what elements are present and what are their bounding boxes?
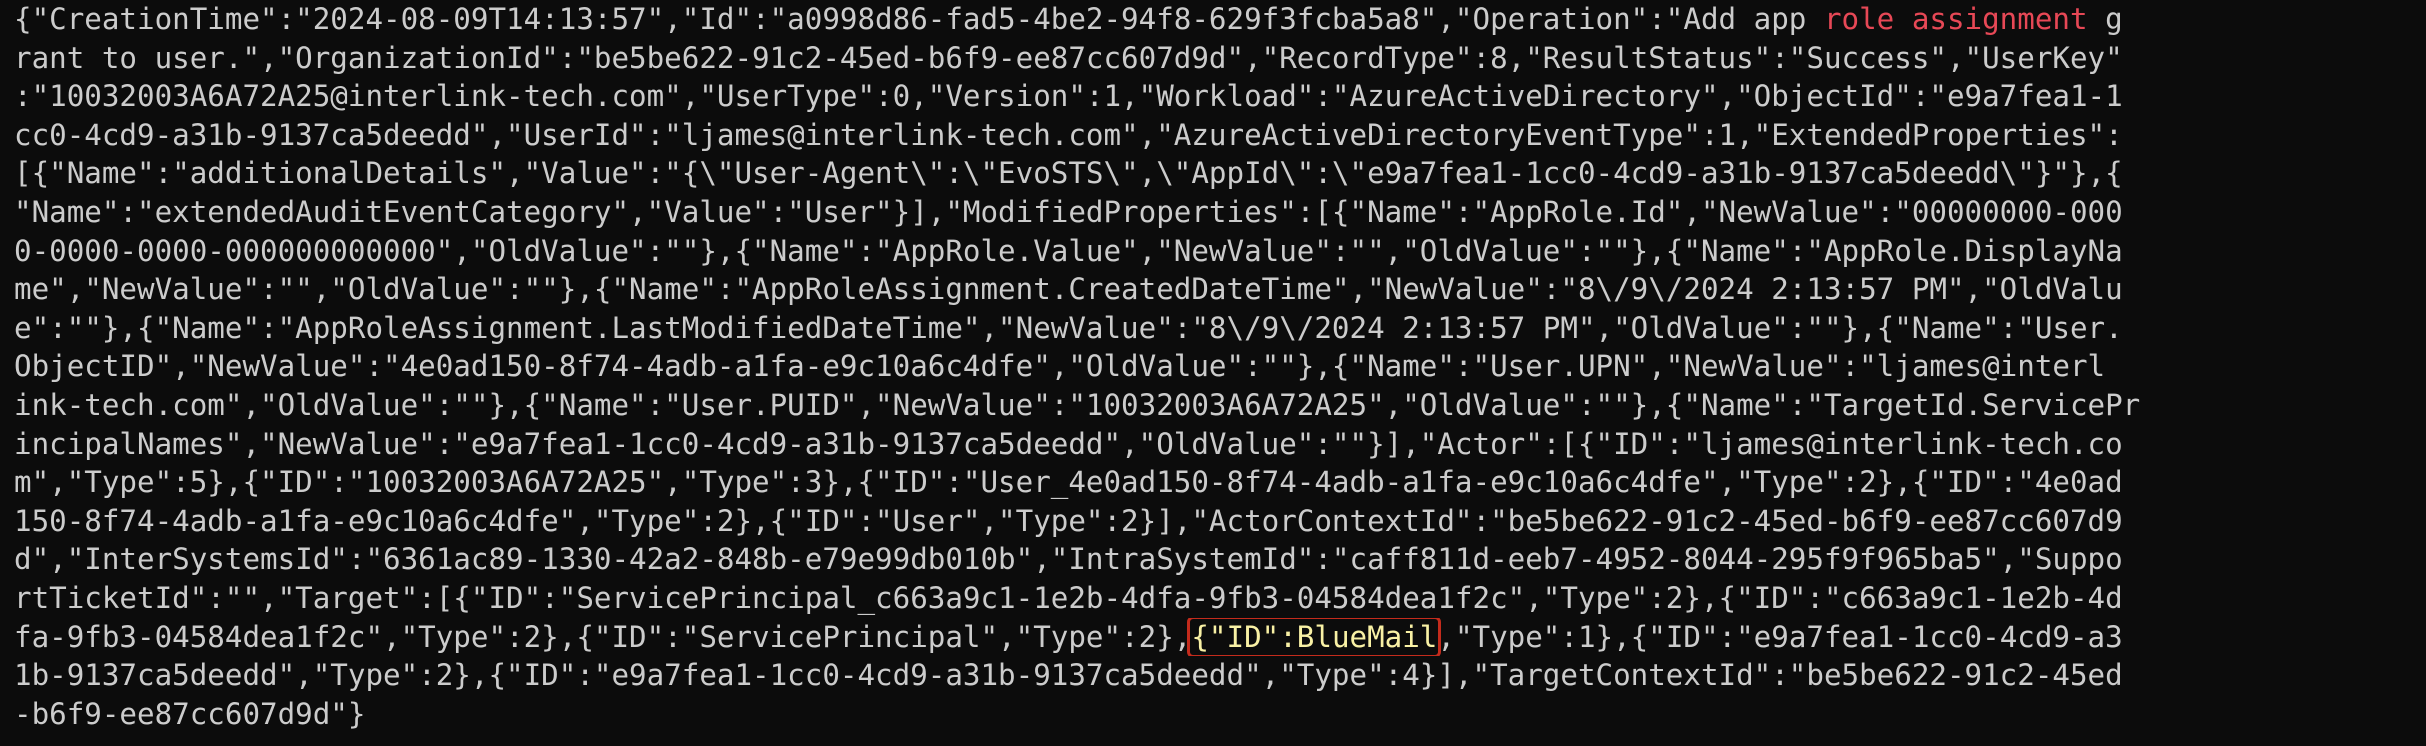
log-line-18: 1b-9137ca5deedd","Type":2},{"ID":"e9a7fe… <box>14 658 2123 693</box>
log-line-19: -b6f9-ee87cc607d9d"} <box>14 696 366 731</box>
log-line-16: rtTicketId":"","Target":[{"ID":"ServiceP… <box>14 580 2123 615</box>
log-line-8: me","NewValue":"","OldValue":""},{"Name"… <box>14 272 2123 307</box>
log-line-15: d","InterSystemsId":"6361ac89-1330-42a2-… <box>14 542 2123 577</box>
log-line-11: ink-tech.com","OldValue":""},{"Name":"Us… <box>14 387 2141 422</box>
log-text: g <box>2087 2 2123 36</box>
log-line-2: rant to user.","OrganizationId":"be5be62… <box>14 40 2123 75</box>
boxed-highlight: {"ID":BlueMail <box>1187 617 1442 657</box>
log-line-5: [{"Name":"additionalDetails","Value":"{\… <box>14 156 2123 191</box>
log-line-1: {"CreationTime":"2024-08-09T14:13:57","I… <box>14 0 2416 39</box>
log-line-4: cc0-4cd9-a31b-9137ca5deedd","UserId":"lj… <box>14 117 2123 152</box>
log-line-3: :"10032003A6A72A25@interlink-tech.com","… <box>14 79 2123 114</box>
log-line-12: incipalNames","NewValue":"e9a7fea1-1cc0-… <box>14 426 2123 461</box>
log-line-10: ObjectID","NewValue":"4e0ad150-8f74-4adb… <box>14 349 2106 384</box>
log-line-9: e":""},{"Name":"AppRoleAssignment.LastMo… <box>14 310 2123 345</box>
log-line-7: 0-0000-0000-000000000000","OldValue":""}… <box>14 233 2123 268</box>
log-text: {"CreationTime":"2024-08-09T14:13:57","I… <box>14 2 1824 36</box>
terminal-output[interactable]: {"CreationTime":"2024-08-09T14:13:57","I… <box>0 0 2426 746</box>
log-line-6: "Name":"extendedAuditEventCategory","Val… <box>14 194 2123 229</box>
log-text: ,"Type":1},{"ID":"e9a7fea1-1cc0-4cd9-a3 <box>1437 619 2123 654</box>
search-highlight: role assignment <box>1823 2 2088 36</box>
log-line-14: 150-8f74-4adb-a1fa-e9c10a6c4dfe","Type":… <box>14 503 2123 538</box>
log-text: fa-9fb3-04584dea1f2c","Type":2},{"ID":"S… <box>14 619 1192 654</box>
log-line-13: m","Type":5},{"ID":"10032003A6A72A25","T… <box>14 465 2123 500</box>
log-line-17: fa-9fb3-04584dea1f2c","Type":2},{"ID":"S… <box>14 617 2416 657</box>
